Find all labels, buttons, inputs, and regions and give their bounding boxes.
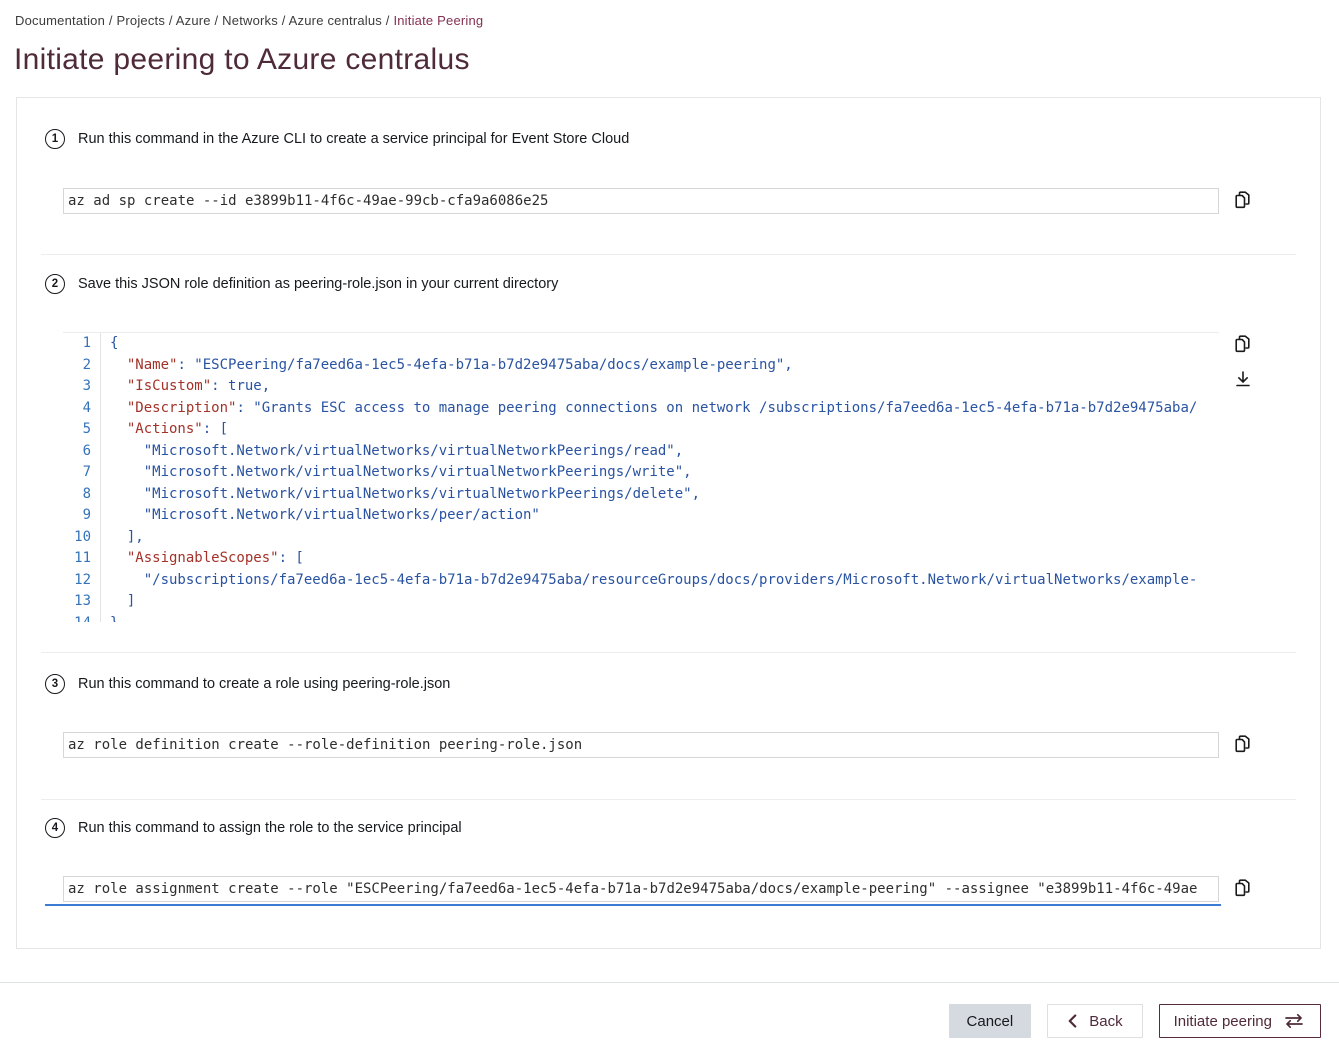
code-line: 3 "IsCustom": true, [63, 376, 1219, 398]
code-text: "AssignableScopes": [ [101, 548, 304, 570]
step-separator [41, 799, 1296, 800]
line-number: 4 [63, 398, 101, 420]
line-number: 11 [63, 548, 101, 570]
breadcrumb-link[interactable]: Networks [222, 13, 278, 28]
code-text: "Microsoft.Network/virtualNetworks/virtu… [101, 462, 692, 484]
line-number: 6 [63, 441, 101, 463]
breadcrumb-separator: / [165, 13, 176, 28]
line-number: 3 [63, 376, 101, 398]
initiate-peering-button-label: Initiate peering [1174, 1013, 1272, 1030]
code-block-peering-role-json[interactable]: 1{2 "Name": "ESCPeering/fa7eed6a-1ec5-4e… [63, 332, 1219, 622]
line-number: 1 [63, 333, 101, 355]
swap-horizontal-arrows-icon [1282, 1013, 1306, 1029]
copy-icon [1233, 334, 1253, 354]
step-separator [41, 652, 1296, 653]
line-number: 8 [63, 484, 101, 506]
step-label: Run this command to create a role using … [78, 676, 450, 692]
step-separator [41, 254, 1296, 255]
line-number: 2 [63, 355, 101, 377]
code-line: 13 ] [63, 591, 1219, 613]
step-1: 1 Run this command in the Azure CLI to c… [45, 128, 1292, 214]
code-text: ] [101, 591, 135, 613]
step-number-badge: 2 [45, 274, 65, 294]
code-text: } [101, 613, 118, 623]
step-label: Run this command to assign the role to t… [78, 820, 462, 836]
command-input-create-role[interactable]: az role definition create --role-definit… [63, 732, 1219, 758]
code-text: "IsCustom": true, [101, 376, 270, 398]
code-line: 9 "Microsoft.Network/virtualNetworks/pee… [63, 505, 1219, 527]
horizontal-scrollbar[interactable] [45, 904, 1221, 906]
breadcrumb-current: Initiate Peering [393, 13, 483, 28]
copy-button[interactable] [1233, 334, 1253, 354]
line-number: 7 [63, 462, 101, 484]
code-text: "Description": "Grants ESC access to man… [101, 398, 1197, 420]
command-input-create-sp[interactable]: az ad sp create --id e3899b11-4f6c-49ae-… [63, 188, 1219, 214]
breadcrumb-link[interactable]: Azure centralus [289, 13, 382, 28]
line-number: 10 [63, 527, 101, 549]
step-2: 2 Save this JSON role definition as peer… [45, 273, 1292, 622]
code-line: 6 "Microsoft.Network/virtualNetworks/vir… [63, 441, 1219, 463]
step-number-badge: 4 [45, 818, 65, 838]
code-line: 1{ [63, 333, 1219, 355]
command-input-assign-role[interactable]: az role assignment create --role "ESCPee… [63, 876, 1219, 902]
copy-button[interactable] [1233, 190, 1253, 210]
code-text: "Microsoft.Network/virtualNetworks/peer/… [101, 505, 540, 527]
code-line: 12 "/subscriptions/fa7eed6a-1ec5-4efa-b7… [63, 570, 1219, 592]
step-3: 3 Run this command to create a role usin… [45, 673, 1292, 758]
page-title: Initiate peering to Azure centralus [14, 43, 1339, 77]
code-text: "Microsoft.Network/virtualNetworks/virtu… [101, 484, 700, 506]
breadcrumb-separator: / [105, 13, 116, 28]
line-number: 14 [63, 613, 101, 623]
code-line: 11 "AssignableScopes": [ [63, 548, 1219, 570]
back-button-label: Back [1089, 1013, 1122, 1030]
breadcrumb-link[interactable]: Azure [176, 13, 211, 28]
code-line: 8 "Microsoft.Network/virtualNetworks/vir… [63, 484, 1219, 506]
code-line: 7 "Microsoft.Network/virtualNetworks/vir… [63, 462, 1219, 484]
breadcrumb-separator: / [278, 13, 289, 28]
line-number: 12 [63, 570, 101, 592]
line-number: 9 [63, 505, 101, 527]
code-text: { [101, 333, 118, 355]
breadcrumb-separator: / [382, 13, 393, 28]
chevron-left-icon [1067, 1013, 1078, 1029]
code-text: "Microsoft.Network/virtualNetworks/virtu… [101, 441, 683, 463]
copy-button[interactable] [1233, 878, 1253, 898]
download-button[interactable] [1233, 369, 1253, 389]
code-text: "Actions": [ [101, 419, 228, 441]
step-number-badge: 1 [45, 129, 65, 149]
code-line: 2 "Name": "ESCPeering/fa7eed6a-1ec5-4efa… [63, 355, 1219, 377]
initiate-peering-button[interactable]: Initiate peering [1159, 1004, 1321, 1038]
cancel-button[interactable]: Cancel [949, 1004, 1032, 1038]
code-line: 4 "Description": "Grants ESC access to m… [63, 398, 1219, 420]
breadcrumb-separator: / [211, 13, 222, 28]
step-number-badge: 3 [45, 674, 65, 694]
footer-divider [0, 982, 1339, 983]
code-line: 5 "Actions": [ [63, 419, 1219, 441]
steps-card: 1 Run this command in the Azure CLI to c… [16, 97, 1321, 949]
code-text: "Name": "ESCPeering/fa7eed6a-1ec5-4efa-b… [101, 355, 793, 377]
step-label: Run this command in the Azure CLI to cre… [78, 131, 629, 147]
code-line: 10 ], [63, 527, 1219, 549]
copy-icon [1233, 734, 1253, 754]
step-label: Save this JSON role definition as peerin… [78, 276, 558, 292]
copy-button[interactable] [1233, 734, 1253, 754]
cancel-button-label: Cancel [967, 1013, 1014, 1030]
footer-actions: Cancel Back Initiate peering [949, 1004, 1321, 1038]
copy-icon [1233, 878, 1253, 898]
code-line: 14} [63, 613, 1219, 623]
step-4: 4 Run this command to assign the role to… [45, 817, 1292, 902]
download-icon [1233, 369, 1253, 389]
breadcrumb: Documentation / Projects / Azure / Netwo… [0, 0, 1339, 28]
line-number: 13 [63, 591, 101, 613]
line-number: 5 [63, 419, 101, 441]
copy-icon [1233, 190, 1253, 210]
code-text: "/subscriptions/fa7eed6a-1ec5-4efa-b71a-… [101, 570, 1197, 592]
breadcrumb-link[interactable]: Projects [116, 13, 165, 28]
breadcrumb-link[interactable]: Documentation [15, 13, 105, 28]
back-button[interactable]: Back [1047, 1004, 1142, 1038]
code-text: ], [101, 527, 144, 549]
